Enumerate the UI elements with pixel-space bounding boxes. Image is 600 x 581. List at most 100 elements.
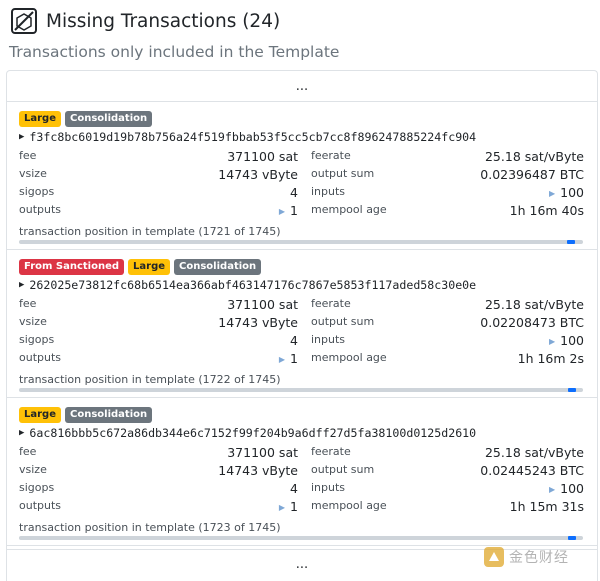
tag-large: Large	[128, 259, 171, 275]
watermark-text: 金色财经	[509, 550, 569, 566]
txid-toggle[interactable]: ▶ f3fc8bc6019d19b78b756a24f519fbbab53f5c…	[19, 130, 476, 144]
outputs-value: 1	[290, 203, 298, 218]
mempool-age-value: 1h 15m 31s	[509, 499, 584, 514]
output-sum-label: output sum	[311, 167, 375, 180]
output-sum-label: output sum	[311, 463, 375, 476]
vsize-value: 14743 vByte	[218, 463, 298, 478]
page-title: Missing Transactions (24)	[46, 10, 281, 32]
feerate-label: feerate	[311, 445, 351, 458]
transaction-list: ... Large Consolidation ▶ f3fc8bc6019d19…	[6, 70, 598, 581]
sigops-label: sigops	[19, 333, 55, 346]
inputs-label: inputs	[311, 333, 346, 346]
tag-list: From Sanctioned Large Consolidation	[19, 259, 262, 275]
fee-label: fee	[19, 297, 37, 310]
inputs-value: 100	[560, 333, 584, 348]
tag-large: Large	[19, 111, 61, 127]
expand-triangle-icon[interactable]: ▶	[19, 132, 24, 142]
feerate-label: feerate	[311, 297, 351, 310]
expand-triangle-icon[interactable]: ▶	[19, 280, 24, 290]
vsize-value: 14743 vByte	[218, 315, 298, 330]
output-sum-label: output sum	[311, 315, 375, 328]
inputs-toggle[interactable]: ▶ 100	[549, 185, 584, 200]
outputs-toggle[interactable]: ▶ 1	[279, 499, 298, 514]
output-sum-value: 0.02445243 BTC	[480, 463, 584, 478]
template-position-bar	[19, 388, 583, 392]
mempool-age-label: mempool age	[311, 499, 387, 512]
page-header: Missing Transactions (24)	[10, 6, 280, 36]
inputs-toggle[interactable]: ▶ 100	[549, 481, 584, 496]
feerate-value: 25.18 sat/vByte	[484, 445, 584, 460]
fee-label: fee	[19, 445, 37, 458]
tag-large: Large	[19, 407, 61, 423]
output-sum-value: 0.02208473 BTC	[480, 315, 584, 330]
template-position-marker	[567, 536, 576, 540]
txid: 6ac816bbb5c672a86db344e6c7152f99f204b9a6…	[29, 426, 477, 440]
tag-list: Large Consolidation	[19, 111, 153, 127]
tag-from-sanctioned: From Sanctioned	[19, 259, 125, 275]
page-subtitle: Transactions only included in the Templa…	[9, 43, 340, 61]
template-position-bar	[19, 536, 583, 540]
transaction-card: Large Consolidation ▶ 6ac816bbb5c672a86d…	[7, 398, 597, 546]
watermark: 金色财经	[483, 546, 569, 568]
template-position-text: transaction position in template (1721 o…	[19, 225, 281, 238]
mempool-age-value: 1h 16m 40s	[509, 203, 584, 218]
template-position-bar	[19, 240, 583, 244]
show-more-top[interactable]: ...	[7, 71, 597, 102]
txid: 262025e73812fc68b6514ea366abf463147176c7…	[29, 278, 477, 292]
inputs-value: 100	[560, 481, 584, 496]
template-position-text: transaction position in template (1723 o…	[19, 521, 281, 534]
template-position-marker	[567, 388, 576, 392]
transaction-card: From Sanctioned Large Consolidation ▶ 26…	[7, 250, 597, 398]
inputs-label: inputs	[311, 481, 346, 494]
tag-consolidation: Consolidation	[174, 259, 262, 275]
fee-value: 371100 sat	[227, 297, 298, 312]
vsize-label: vsize	[19, 167, 47, 180]
vsize-label: vsize	[19, 315, 47, 328]
tag-consolidation: Consolidation	[65, 407, 153, 423]
outputs-label: outputs	[19, 351, 62, 364]
caret-right-icon: ▶	[278, 355, 286, 364]
caret-right-icon: ▶	[548, 337, 556, 346]
sigops-value: 4	[290, 333, 298, 348]
outputs-toggle[interactable]: ▶ 1	[279, 203, 298, 218]
tag-consolidation: Consolidation	[65, 111, 153, 127]
template-position-text: transaction position in template (1722 o…	[19, 373, 281, 386]
sigops-value: 4	[290, 185, 298, 200]
watermark-logo-icon	[484, 547, 504, 567]
vsize-value: 14743 vByte	[218, 167, 298, 182]
inputs-value: 100	[560, 185, 584, 200]
caret-right-icon: ▶	[548, 485, 556, 494]
mempool-age-label: mempool age	[311, 351, 387, 364]
outputs-label: outputs	[19, 499, 62, 512]
mempool-age-label: mempool age	[311, 203, 387, 216]
tag-list: Large Consolidation	[19, 407, 153, 423]
fee-label: fee	[19, 149, 37, 162]
caret-right-icon: ▶	[278, 207, 286, 216]
txid-toggle[interactable]: ▶ 262025e73812fc68b6514ea366abf463147176…	[19, 278, 476, 292]
expand-triangle-icon[interactable]: ▶	[19, 428, 24, 438]
outputs-toggle[interactable]: ▶ 1	[279, 351, 298, 366]
output-sum-value: 0.02396487 BTC	[480, 167, 584, 182]
feerate-label: feerate	[311, 149, 351, 162]
sigops-label: sigops	[19, 185, 55, 198]
txid-toggle[interactable]: ▶ 6ac816bbb5c672a86db344e6c7152f99f204b9…	[19, 426, 476, 440]
inputs-toggle[interactable]: ▶ 100	[549, 333, 584, 348]
sigops-label: sigops	[19, 481, 55, 494]
vsize-label: vsize	[19, 463, 47, 476]
inputs-label: inputs	[311, 185, 346, 198]
missing-box-icon	[11, 8, 37, 34]
outputs-value: 1	[290, 351, 298, 366]
transaction-card: Large Consolidation ▶ f3fc8bc6019d19b78b…	[7, 102, 597, 250]
mempool-age-value: 1h 16m 2s	[517, 351, 584, 366]
fee-value: 371100 sat	[227, 149, 298, 164]
txid: f3fc8bc6019d19b78b756a24f519fbbab53f5cc5…	[29, 130, 477, 144]
caret-right-icon: ▶	[278, 503, 286, 512]
feerate-value: 25.18 sat/vByte	[484, 149, 584, 164]
template-position-marker	[567, 240, 576, 244]
outputs-value: 1	[290, 499, 298, 514]
sigops-value: 4	[290, 481, 298, 496]
outputs-label: outputs	[19, 203, 62, 216]
caret-right-icon: ▶	[548, 189, 556, 198]
fee-value: 371100 sat	[227, 445, 298, 460]
feerate-value: 25.18 sat/vByte	[484, 297, 584, 312]
